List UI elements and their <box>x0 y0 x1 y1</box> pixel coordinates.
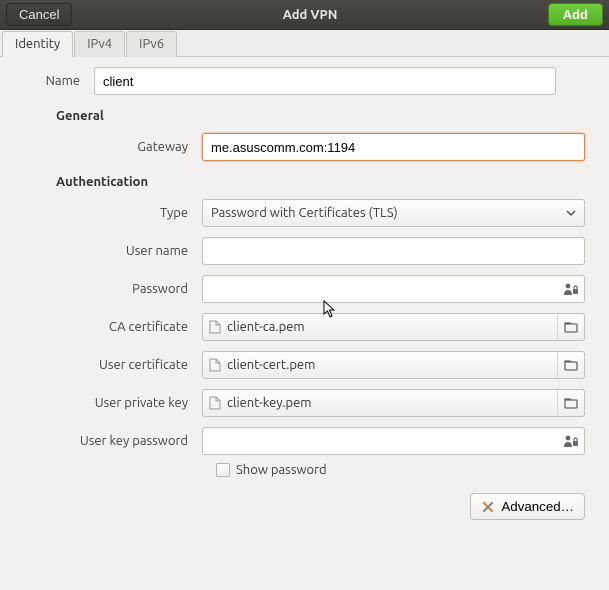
open-icon <box>557 390 584 416</box>
userkey-file-button[interactable]: client-key.pem <box>202 389 585 417</box>
usercert-file-name: client-cert.pem <box>227 358 557 372</box>
usercert-label: User certificate <box>24 358 202 372</box>
userkeypwd-input[interactable] <box>202 427 585 455</box>
ca-file-button[interactable]: client-ca.pem <box>202 313 585 341</box>
type-label: Type <box>24 206 202 220</box>
wrench-icon <box>481 500 495 514</box>
password-input[interactable] <box>202 275 585 303</box>
tab-ipv6[interactable]: IPv6 <box>126 31 177 57</box>
section-authentication: Authentication <box>56 175 585 189</box>
ca-file-name: client-ca.pem <box>227 320 557 334</box>
type-value: Password with Certificates (TLS) <box>211 206 398 220</box>
userkeypwd-label: User key password <box>24 434 202 448</box>
chevron-down-icon <box>566 208 576 218</box>
cancel-button[interactable]: Cancel <box>6 3 72 26</box>
tabs: Identity IPv4 IPv6 <box>0 30 609 57</box>
name-input[interactable] <box>94 67 556 95</box>
tab-ipv4[interactable]: IPv4 <box>74 31 125 57</box>
section-general: General <box>56 109 585 123</box>
type-select[interactable]: Password with Certificates (TLS) <box>202 199 585 227</box>
ca-label: CA certificate <box>24 320 202 334</box>
userkey-file-name: client-key.pem <box>227 396 557 410</box>
open-icon <box>557 314 584 340</box>
tab-identity[interactable]: Identity <box>2 31 73 57</box>
file-icon <box>203 396 227 410</box>
name-label: Name <box>24 74 94 88</box>
file-icon <box>203 320 227 334</box>
add-button[interactable]: Add <box>548 3 603 26</box>
show-password-checkbox[interactable] <box>216 463 230 477</box>
open-icon <box>557 352 584 378</box>
username-label: User name <box>24 244 202 258</box>
show-password-label: Show password <box>236 463 327 477</box>
file-icon <box>203 358 227 372</box>
advanced-button[interactable]: Advanced… <box>470 493 585 520</box>
window-title: Add VPN <box>72 8 547 22</box>
username-input[interactable] <box>202 237 585 265</box>
advanced-label: Advanced… <box>501 499 574 514</box>
usercert-file-button[interactable]: client-cert.pem <box>202 351 585 379</box>
gateway-label: Gateway <box>24 140 202 154</box>
titlebar: Cancel Add VPN Add <box>0 0 609 30</box>
password-label: Password <box>24 282 202 296</box>
userkey-label: User private key <box>24 396 202 410</box>
gateway-input[interactable] <box>202 133 585 161</box>
content-pane: Name General Gateway Authentication Type… <box>0 57 609 491</box>
